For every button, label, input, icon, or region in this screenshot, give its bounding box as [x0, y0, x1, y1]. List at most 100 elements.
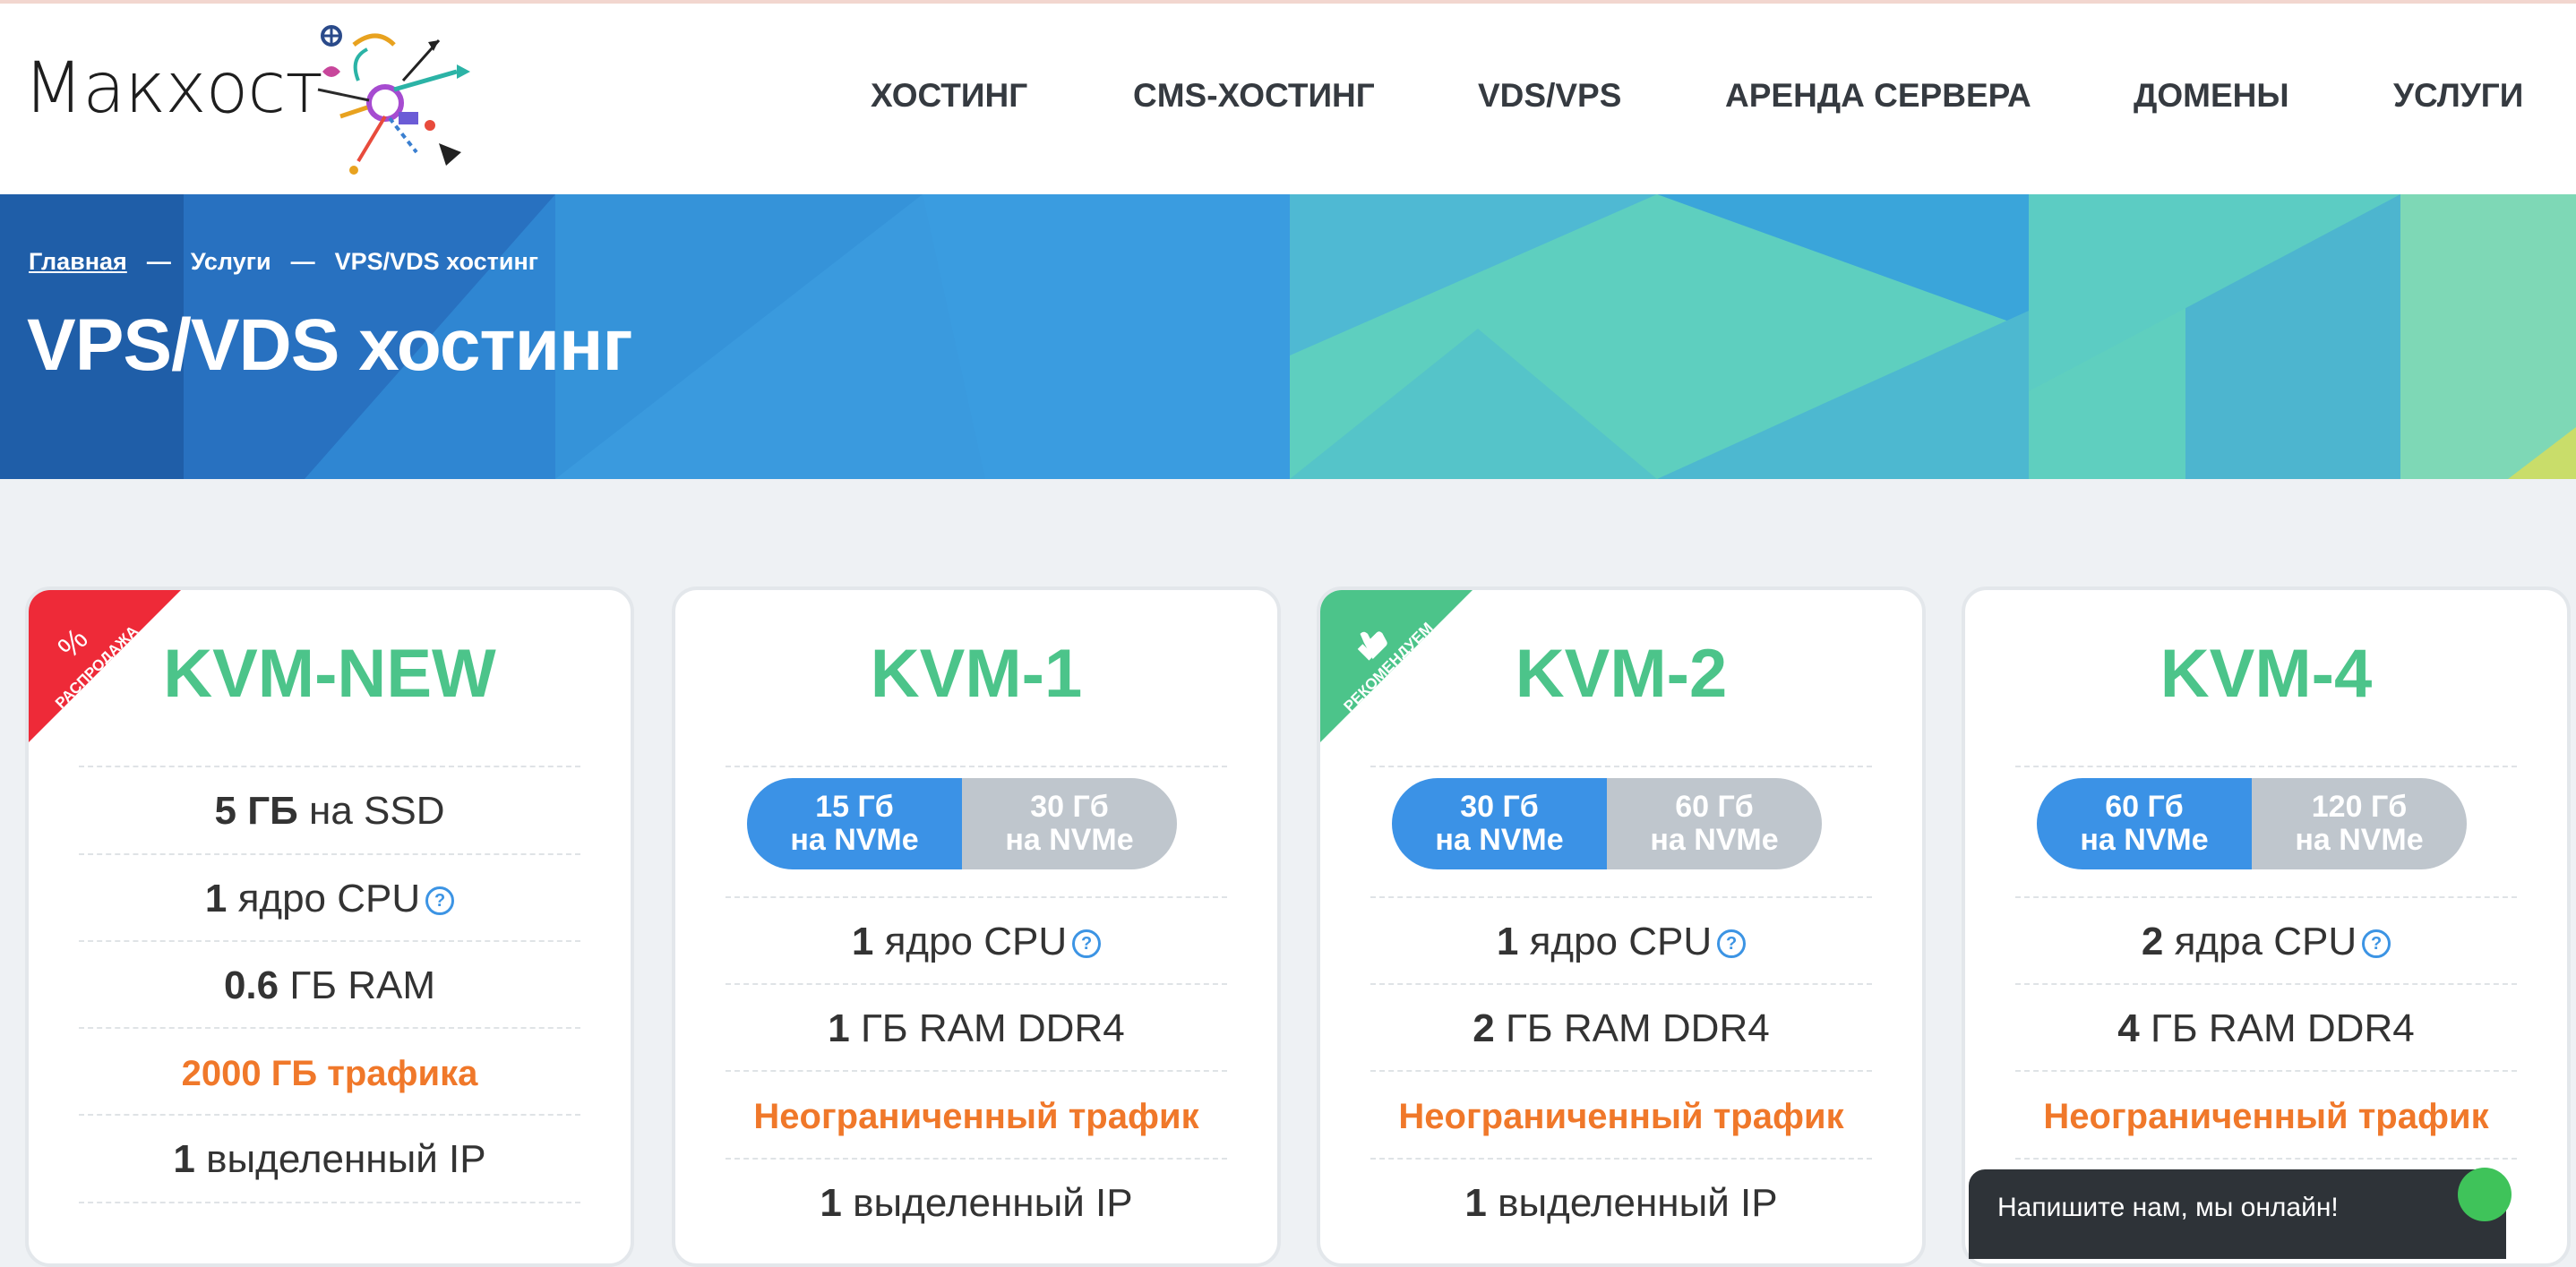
- plan-card-kvm-new: % РАСПРОДАЖА KVM-NEW 5 ГБ на SSD 1 ядро …: [25, 586, 634, 1267]
- ip-value: 1: [173, 1137, 195, 1181]
- cpu-unit: ядро CPU: [237, 877, 421, 920]
- plan-cpu: 1 ядро CPU?: [1370, 896, 1872, 983]
- breadcrumb-separator: —: [290, 248, 315, 275]
- ip-unit: выделенный IP: [206, 1137, 486, 1181]
- plan-ip: 1 выделенный IP: [1370, 1158, 1872, 1246]
- help-icon[interactable]: ?: [1717, 929, 1747, 959]
- storage-option-type: на NVMe: [1005, 823, 1134, 857]
- ip-value: 1: [1464, 1181, 1487, 1225]
- help-icon[interactable]: ?: [2362, 929, 2391, 959]
- cpu-value: 1: [1496, 920, 1519, 963]
- storage-option-size: 60 Гб: [2105, 790, 2184, 824]
- nav-cms-hosting[interactable]: CMS-ХОСТИНГ: [1133, 77, 1375, 115]
- plan-ip: 1 выделенный IP: [79, 1114, 580, 1202]
- plan-name: KVM-4: [2160, 636, 2373, 712]
- storage-option-selected[interactable]: 30 Гб на NVMe: [1392, 778, 1607, 869]
- chat-widget[interactable]: Напишите нам, мы онлайн!: [1969, 1168, 2512, 1259]
- plan-traffic: Неограниченный трафик: [1370, 1070, 1872, 1158]
- traffic-label: Неограниченный трафик: [2043, 1097, 2489, 1136]
- main-nav: ХОСТИНГ CMS-ХОСТИНГ VDS/VPS АРЕНДА СЕРВЕ…: [0, 77, 2576, 122]
- plan-storage: 5 ГБ на SSD: [79, 766, 580, 853]
- breadcrumb-services[interactable]: Услуги: [191, 248, 271, 275]
- storage-toggle: 60 Гб на NVMe 120 Гб на NVMe: [2037, 778, 2467, 869]
- traffic-label: Неограниченный трафик: [753, 1097, 1199, 1136]
- cpu-unit: ядра CPU: [2174, 920, 2357, 963]
- storage-option[interactable]: 30 Гб на NVMe: [962, 778, 1177, 869]
- plan-name: KVM-NEW: [163, 636, 496, 712]
- ip-unit: выделенный IP: [1498, 1181, 1778, 1225]
- plan-traffic: Неограниченный трафик: [726, 1070, 1227, 1158]
- chat-label[interactable]: Напишите нам, мы онлайн!: [1997, 1193, 2339, 1223]
- traffic-label: Неограниченный трафик: [1398, 1097, 1844, 1136]
- row-divider: [2015, 766, 2517, 767]
- row-divider: [79, 1202, 580, 1237]
- storage-option-type: на NVMe: [790, 823, 919, 857]
- ram-value: 4: [2117, 1006, 2140, 1050]
- storage-option-size: 60 Гб: [1675, 790, 1754, 824]
- storage-option-selected[interactable]: 60 Гб на NVMe: [2037, 778, 2252, 869]
- ram-value: 2: [1473, 1006, 1495, 1050]
- nav-hosting[interactable]: ХОСТИНГ: [871, 77, 1027, 115]
- cpu-value: 2: [2141, 920, 2164, 963]
- hero-banner: Главная — Услуги — VPS/VDS хостинг VPS/VDS х…: [0, 194, 2576, 479]
- breadcrumb-home-link[interactable]: Главная: [29, 248, 127, 275]
- online-status-icon: [2458, 1168, 2512, 1221]
- storage-option-size: 120 Гб: [2311, 790, 2408, 824]
- ram-unit: ГБ RAM: [289, 963, 436, 1007]
- plan-ram: 4 ГБ RAM DDR4: [2015, 983, 2517, 1070]
- plan-ip: 1 выделенный IP: [726, 1158, 1227, 1246]
- storage-option[interactable]: 120 Гб на NVMe: [2252, 778, 2467, 869]
- page-title: VPS/VDS хостинг: [27, 304, 633, 386]
- plan-ram: 2 ГБ RAM DDR4: [1370, 983, 1872, 1070]
- plan-ram: 1 ГБ RAM DDR4: [726, 983, 1227, 1070]
- cpu-unit: ядро CPU: [1529, 920, 1713, 963]
- plan-card-kvm-2: РЕКОМЕНДУЕМ KVM-2 30 Гб на NVMe 60 Гб на N…: [1317, 586, 1926, 1267]
- storage-option-selected[interactable]: 15 Гб на NVMe: [747, 778, 962, 869]
- storage-option-type: на NVMe: [1650, 823, 1779, 857]
- ram-value: 1: [828, 1006, 850, 1050]
- storage-option-type: на NVMe: [1435, 823, 1564, 857]
- plan-cpu: 2 ядра CPU?: [2015, 896, 2517, 983]
- ram-unit: ГБ RAM DDR4: [860, 1006, 1125, 1050]
- plan-name: KVM-2: [1515, 636, 1728, 712]
- plan-traffic: 2000 ГБ трафика: [79, 1027, 580, 1114]
- plan-cpu: 1 ядро CPU?: [726, 896, 1227, 983]
- storage-toggle: 30 Гб на NVMe 60 Гб на NVMe: [1392, 778, 1822, 869]
- ram-unit: ГБ RAM DDR4: [1505, 1006, 1770, 1050]
- row-divider: [726, 766, 1227, 767]
- nav-services[interactable]: УСЛУГИ: [2393, 77, 2523, 115]
- storage-option-size: 15 Гб: [815, 790, 894, 824]
- traffic-label: 2000 ГБ трафика: [181, 1054, 478, 1093]
- breadcrumb: Главная — Услуги — VPS/VDS хостинг: [29, 248, 538, 276]
- nav-server-rent[interactable]: АРЕНДА СЕРВЕРА: [1725, 77, 2031, 115]
- ip-unit: выделенный IP: [853, 1181, 1133, 1225]
- nav-domains[interactable]: ДОМЕНЫ: [2134, 77, 2289, 115]
- breadcrumb-current: VPS/VDS хостинг: [334, 248, 539, 275]
- plan-traffic: Неограниченный трафик: [2015, 1070, 2517, 1158]
- ram-unit: ГБ RAM DDR4: [2150, 1006, 2415, 1050]
- cpu-value: 1: [204, 877, 228, 920]
- row-divider: [1370, 766, 1872, 767]
- help-icon[interactable]: ?: [1072, 929, 1102, 959]
- nav-vds-vps[interactable]: VDS/VPS: [1478, 77, 1621, 115]
- storage-option[interactable]: 60 Гб на NVMe: [1607, 778, 1822, 869]
- storage-option-type: на NVMe: [2295, 823, 2424, 857]
- cpu-value: 1: [851, 920, 874, 963]
- ip-value: 1: [820, 1181, 842, 1225]
- plan-card-kvm-4: KVM-4 60 Гб на NVMe 120 Гб на NVMe 2 ядра …: [1962, 586, 2571, 1267]
- cpu-unit: ядро CPU: [884, 920, 1068, 963]
- ram-value: 0.6: [223, 963, 279, 1007]
- storage-toggle: 15 Гб на NVMe 30 Гб на NVMe: [747, 778, 1177, 869]
- storage-option-size: 30 Гб: [1460, 790, 1539, 824]
- plan-card-kvm-1: KVM-1 15 Гб на NVMe 30 Гб на NVMe 1 ядро C…: [672, 586, 1281, 1267]
- storage-value: 5 ГБ: [214, 789, 298, 833]
- storage-option-size: 30 Гб: [1030, 790, 1109, 824]
- site-header: Макхост ХОСТИНГ CMS-ХОСТИНГ VDS/VPS АРЕН…: [0, 4, 2576, 194]
- plan-ram: 0.6 ГБ RAM: [79, 940, 580, 1027]
- storage-unit: на SSD: [309, 789, 445, 833]
- plan-name: KVM-1: [870, 636, 1083, 712]
- storage-option-type: на NVMe: [2080, 823, 2209, 857]
- help-icon[interactable]: ?: [425, 886, 455, 916]
- breadcrumb-separator: —: [146, 248, 171, 275]
- plan-cpu: 1 ядро CPU?: [79, 853, 580, 940]
